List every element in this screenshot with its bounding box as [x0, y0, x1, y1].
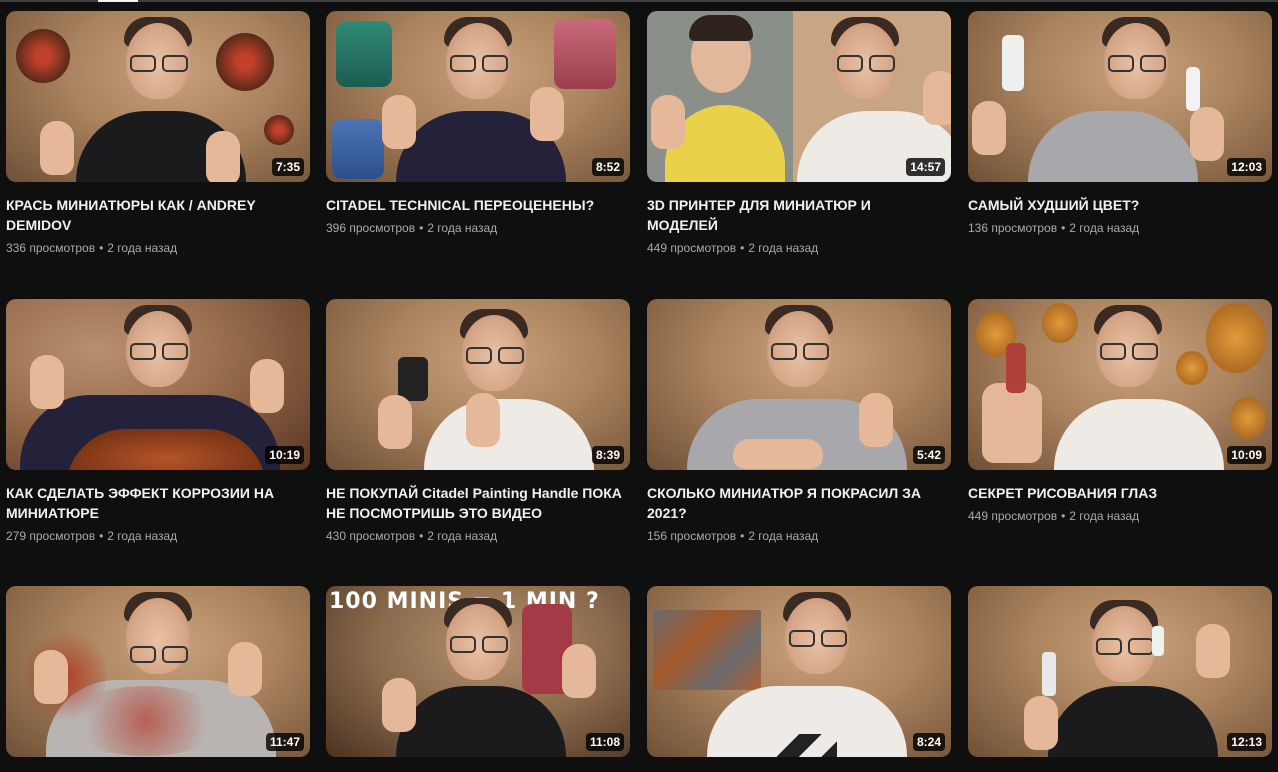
upload-age: 2 года назад [107, 241, 178, 255]
video-meta: 136 просмотров • 2 года назад [968, 221, 1140, 235]
view-count: 449 просмотров [968, 509, 1058, 523]
video-meta: 430 просмотров • 2 года назад [326, 529, 498, 543]
view-count: 136 просмотров [968, 221, 1058, 235]
view-count: 430 просмотров [326, 529, 416, 543]
video-card[interactable]: 12:13 [968, 586, 1272, 757]
video-card[interactable]: 5:42 СКОЛЬКО МИНИАТЮР Я ПОКРАСИЛ ЗА 2021… [647, 299, 951, 545]
video-duration: 8:24 [912, 733, 945, 751]
video-card[interactable]: 7:35 КРАСЬ МИНИАТЮРЫ КАК / ANDREY DEMIDO… [6, 11, 310, 257]
view-count: 336 просмотров [6, 241, 96, 255]
upload-age: 2 года назад [1069, 221, 1140, 235]
video-duration: 7:35 [271, 158, 304, 176]
video-meta: 156 просмотров • 2 года назад [647, 529, 819, 543]
video-card[interactable]: 10:09 СЕКРЕТ РИСОВАНИЯ ГЛАЗ 449 просмотр… [968, 299, 1272, 525]
video-title[interactable]: CITADEL TECHNICAL ПЕРЕОЦЕНЕНЫ? [326, 195, 622, 215]
view-count: 156 просмотров [647, 529, 737, 543]
video-card[interactable]: 8:24 [647, 586, 951, 757]
video-thumbnail[interactable]: 8:52 [326, 11, 630, 182]
video-duration: 11:47 [265, 733, 304, 751]
view-count: 449 просмотров [647, 241, 737, 255]
video-thumbnail[interactable]: 10:19 [6, 299, 310, 470]
video-card[interactable]: 12:03 САМЫЙ ХУДШИЙ ЦВЕТ? 136 просмотров •… [968, 11, 1272, 237]
video-duration: 12:03 [1227, 158, 1266, 176]
video-thumbnail[interactable]: 8:39 [326, 299, 630, 470]
tab-underline [0, 0, 1278, 2]
video-meta: 449 просмотров • 2 года назад [647, 241, 819, 255]
video-duration: 11:08 [585, 733, 624, 751]
upload-age: 2 года назад [748, 529, 819, 543]
video-thumbnail[interactable]: 7:35 [6, 11, 310, 182]
video-thumbnail[interactable]: 11:47 [6, 586, 310, 757]
video-meta: 396 просмотров • 2 года назад [326, 221, 498, 235]
video-card[interactable]: 100 MINIS = 1 MIN ? 11:08 [326, 586, 630, 757]
video-thumbnail[interactable]: 10:09 [968, 299, 1272, 470]
video-thumbnail[interactable]: 5:42 [647, 299, 951, 470]
video-meta: 336 просмотров • 2 года назад [6, 241, 178, 255]
video-title[interactable]: СКОЛЬКО МИНИАТЮР Я ПОКРАСИЛ ЗА 2021? [647, 483, 943, 523]
video-duration: 12:13 [1227, 733, 1266, 751]
upload-age: 2 года назад [427, 221, 498, 235]
video-duration: 8:52 [591, 158, 624, 176]
video-thumbnail[interactable]: 12:03 [968, 11, 1272, 182]
video-title[interactable]: 3D ПРИНТЕР ДЛЯ МИНИАТЮР И МОДЕЛЕЙ [647, 195, 943, 235]
selected-tab-indicator [98, 0, 138, 2]
upload-age: 2 года назад [748, 241, 819, 255]
view-count: 396 просмотров [326, 221, 416, 235]
video-thumbnail[interactable]: 100 MINIS = 1 MIN ? 11:08 [326, 586, 630, 757]
video-thumbnail[interactable]: 12:13 [968, 586, 1272, 757]
video-title[interactable]: КРАСЬ МИНИАТЮРЫ КАК / ANDREY DEMIDOV [6, 195, 302, 235]
video-meta: 279 просмотров • 2 года назад [6, 529, 178, 543]
video-duration: 14:57 [906, 158, 945, 176]
video-title[interactable]: САМЫЙ ХУДШИЙ ЦВЕТ? [968, 195, 1264, 215]
upload-age: 2 года назад [1069, 509, 1140, 523]
video-meta: 449 просмотров • 2 года назад [968, 509, 1140, 523]
video-card[interactable]: 8:39 НЕ ПОКУПАЙ Citadel Painting Handle … [326, 299, 630, 545]
video-duration: 5:42 [912, 446, 945, 464]
video-card[interactable]: 10:19 КАК СДЕЛАТЬ ЭФФЕКТ КОРРОЗИИ НА МИН… [6, 299, 310, 545]
video-card[interactable]: 14:57 3D ПРИНТЕР ДЛЯ МИНИАТЮР И МОДЕЛЕЙ … [647, 11, 951, 257]
upload-age: 2 года назад [107, 529, 178, 543]
video-title[interactable]: НЕ ПОКУПАЙ Citadel Painting Handle ПОКА … [326, 483, 622, 523]
video-thumbnail[interactable]: 14:57 [647, 11, 951, 182]
video-card[interactable]: 11:47 [6, 586, 310, 757]
upload-age: 2 года назад [427, 529, 498, 543]
video-duration: 10:09 [1227, 446, 1266, 464]
video-title[interactable]: КАК СДЕЛАТЬ ЭФФЕКТ КОРРОЗИИ НА МИНИАТЮРЕ [6, 483, 302, 523]
video-duration: 8:39 [591, 446, 624, 464]
view-count: 279 просмотров [6, 529, 96, 543]
video-thumbnail[interactable]: 8:24 [647, 586, 951, 757]
video-duration: 10:19 [265, 446, 304, 464]
video-card[interactable]: 8:52 CITADEL TECHNICAL ПЕРЕОЦЕНЕНЫ? 396 … [326, 11, 630, 237]
video-title[interactable]: СЕКРЕТ РИСОВАНИЯ ГЛАЗ [968, 483, 1264, 503]
